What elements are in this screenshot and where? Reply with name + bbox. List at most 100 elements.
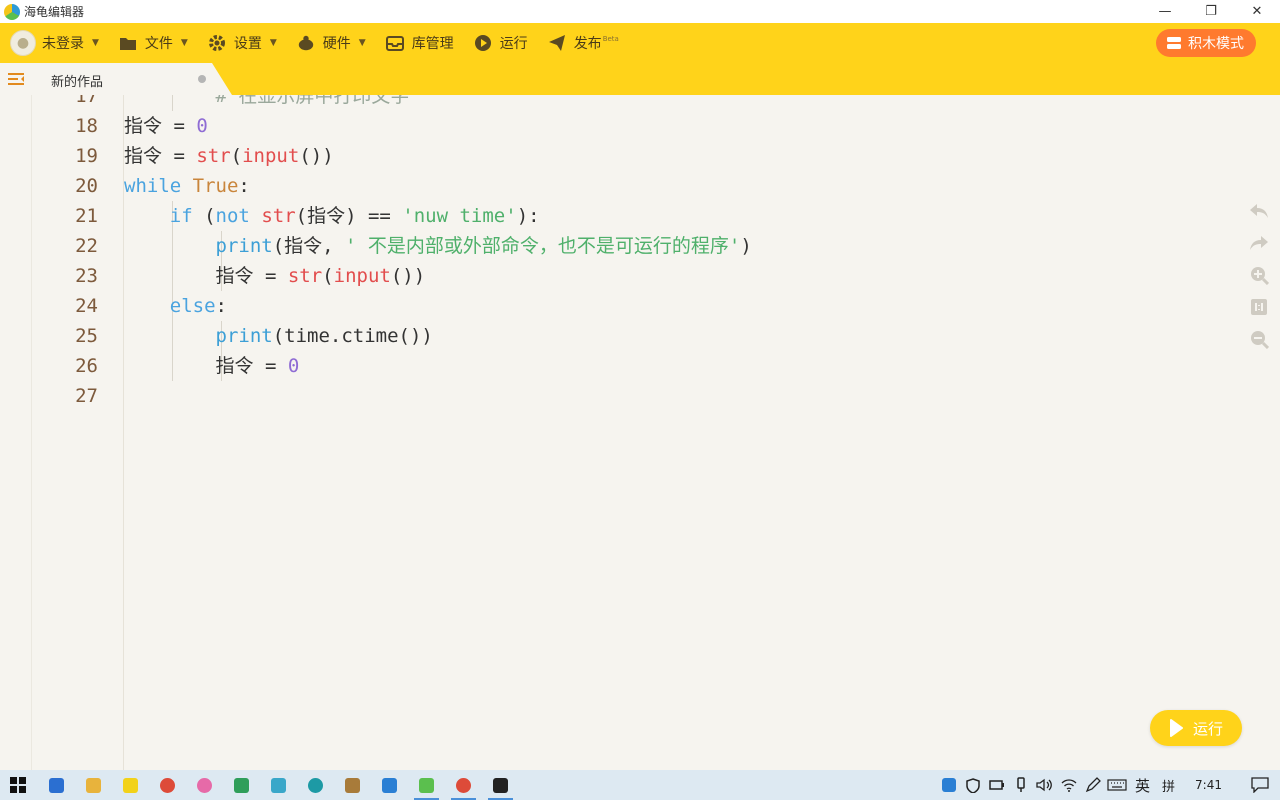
zoom-out-button[interactable] [1248, 328, 1270, 350]
main-toolbar: ● 未登录 ▼ 文件 ▼ 设置 ▼ 硬件 ▼ 库管理 运行 发布 Beta 积木… [0, 23, 1280, 63]
close-button[interactable]: ✕ [1234, 0, 1280, 23]
arduino-icon[interactable] [297, 770, 334, 800]
code-text: print(time.ctime()) [124, 321, 433, 351]
chevron-down-icon: ▼ [358, 38, 366, 48]
code-line[interactable]: 22 print(指令, ' 不是内部或外部命令，也不是可运行的程序') [32, 231, 1232, 261]
window-title: 海龟编辑器 [24, 5, 85, 19]
code-editor[interactable]: 17 # 在显示屏中打印文字 18 指令 = 0 19 指令 = str(input()… [0, 95, 1280, 770]
shield-icon[interactable] [961, 770, 985, 800]
code-text: 指令 = str(input()) [124, 141, 334, 171]
k-app-icon[interactable] [371, 770, 408, 800]
line-number: 19 [75, 145, 98, 167]
notification-button[interactable] [1240, 770, 1280, 800]
redo-button[interactable] [1248, 232, 1270, 254]
block-mode-button[interactable]: 积木模式 [1156, 29, 1256, 57]
robot-app-icon[interactable] [334, 770, 371, 800]
terminal-icon[interactable] [482, 770, 519, 800]
restore-button[interactable]: ❐ [1188, 0, 1234, 23]
turtle-editor-icon[interactable] [408, 770, 445, 800]
tab-bar: 新的作品 [0, 63, 1280, 95]
ime-language-indicator[interactable]: 英 [1129, 775, 1156, 796]
code-token: 指令 = [124, 115, 197, 137]
volume-icon[interactable] [1033, 770, 1057, 800]
login-menu[interactable]: ● 未登录 ▼ [0, 23, 109, 63]
wifi-icon[interactable] [1057, 770, 1081, 800]
block-mode-label: 积木模式 [1188, 36, 1244, 52]
drawing-app-icon[interactable] [260, 770, 297, 800]
gear-icon [208, 34, 226, 52]
code-token: ()) [299, 145, 334, 167]
code-line[interactable]: 26 指令 = 0 [32, 351, 1232, 381]
file-menu[interactable]: 文件 ▼ [109, 23, 198, 63]
inbox-icon [385, 34, 404, 52]
pycharm-icon[interactable] [38, 770, 75, 800]
sketch-app-icon[interactable] [223, 770, 260, 800]
code-line[interactable]: 21 if (not str(指令) == 'nuw time'): [32, 201, 1232, 231]
code-line[interactable]: 24 else: [32, 291, 1232, 321]
code-line[interactable]: 23 指令 = str(input()) [32, 261, 1232, 291]
login-label: 未登录 [42, 36, 84, 52]
zoom-in-button[interactable] [1248, 264, 1270, 286]
app-glyph [456, 777, 471, 793]
settings-menu[interactable]: 设置 ▼ [198, 23, 287, 63]
media-player-icon[interactable] [112, 770, 149, 800]
run-button[interactable]: 运行 [464, 23, 538, 63]
settings-label: 设置 [233, 36, 262, 52]
code-token: print [215, 325, 273, 347]
tab-new-work[interactable]: 新的作品 [32, 63, 232, 95]
line-number: 25 [75, 325, 98, 347]
battery-icon[interactable] [985, 770, 1009, 800]
start-button[interactable] [0, 770, 36, 800]
publish-button[interactable]: 发布 Beta [538, 23, 629, 63]
code-line[interactable]: 17 # 在显示屏中打印文字 [32, 95, 1232, 111]
code-line[interactable]: 18 指令 = 0 [32, 111, 1232, 141]
hamburger-menu-button[interactable] [0, 63, 32, 95]
code-token: if [169, 205, 193, 227]
app-glyph [493, 777, 508, 793]
app-glyph [382, 777, 397, 793]
photos-icon[interactable] [186, 770, 223, 800]
code-line[interactable]: 19 指令 = str(input()) [32, 141, 1232, 171]
run-label: 运行 [499, 36, 528, 52]
code-line[interactable]: 20 while True: [32, 171, 1232, 201]
floating-run-label: 运行 [1192, 719, 1223, 738]
unsaved-dot-icon[interactable] [198, 75, 206, 83]
undo-button[interactable] [1248, 200, 1270, 222]
ime-mode-indicator[interactable]: 拼 [1156, 776, 1181, 795]
line-number: 20 [75, 175, 98, 197]
pen-icon[interactable] [1081, 770, 1105, 800]
library-manager-button[interactable]: 库管理 [376, 23, 464, 63]
code-token: True [192, 175, 239, 197]
line-number: 23 [75, 265, 98, 287]
code-area[interactable]: 17 # 在显示屏中打印文字 18 指令 = 0 19 指令 = str(input()… [32, 95, 1232, 411]
code-text: 指令 = 0 [124, 111, 208, 141]
keyboard-icon[interactable] [1105, 770, 1129, 800]
code-line[interactable]: 27 [32, 381, 1232, 411]
title-bar: 海龟编辑器 — ❐ ✕ [0, 0, 1280, 23]
floating-run-button[interactable]: 运行 [1150, 710, 1242, 746]
chrome-2-icon[interactable] [445, 770, 482, 800]
code-token: ( [322, 265, 334, 287]
code-text: 指令 = 0 [124, 351, 300, 381]
code-token: : [215, 295, 227, 317]
reset-zoom-button[interactable] [1248, 296, 1270, 318]
line-number: 22 [75, 235, 98, 257]
k-tray-icon[interactable] [937, 770, 961, 800]
code-token: input [242, 145, 300, 167]
minimize-button[interactable]: — [1142, 0, 1188, 23]
code-token: str [196, 145, 231, 167]
code-token: (指令, [272, 235, 346, 257]
hardware-menu[interactable]: 硬件 ▼ [287, 23, 376, 63]
file-explorer-icon[interactable] [75, 770, 112, 800]
chevron-down-icon: ▼ [92, 38, 99, 48]
app-glyph [123, 777, 138, 793]
code-line[interactable]: 25 print(time.ctime()) [32, 321, 1232, 351]
usb-icon[interactable] [1009, 770, 1033, 800]
taskbar-clock[interactable]: 7:41 [1181, 778, 1240, 792]
chrome-icon[interactable] [149, 770, 186, 800]
app-glyph [86, 777, 101, 793]
code-token: ) [740, 235, 752, 257]
